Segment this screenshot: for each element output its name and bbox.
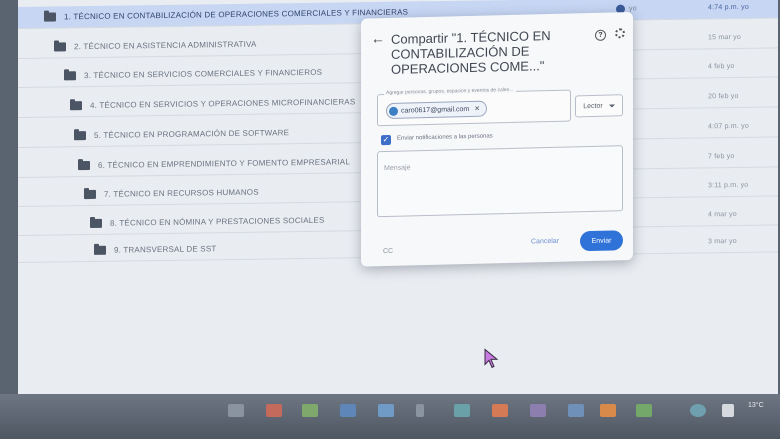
file-name: 1. TÉCNICO EN CONTABILIZACIÓN DE OPERACI… xyxy=(64,7,409,22)
add-people-label: Agregar personas, grupos, espacios y eve… xyxy=(384,86,516,97)
role-value: Lector xyxy=(583,102,603,110)
owner-label: yo xyxy=(629,5,637,13)
file-modified: 20 feb yo xyxy=(708,92,739,101)
start-icon[interactable] xyxy=(228,404,244,417)
mouse-cursor-icon xyxy=(484,348,499,369)
app-icon[interactable] xyxy=(690,404,706,417)
avatar xyxy=(389,106,398,116)
cancel-button[interactable]: Cancelar xyxy=(531,238,559,246)
folder-icon xyxy=(64,71,76,81)
notify-checkbox[interactable]: ✓ xyxy=(381,134,391,146)
folder-icon xyxy=(70,101,82,111)
screen: 1. TÉCNICO EN CONTABILIZACIÓN DE OPERACI… xyxy=(18,0,778,413)
file-modified: 4:74 p.m. yo xyxy=(708,3,749,12)
firefox-icon[interactable] xyxy=(492,404,508,417)
file-modified: 4:07 p.m. yo xyxy=(708,122,749,131)
file-modified: 7 feb yo xyxy=(708,152,735,161)
recipient-email: caro0617@gmail.com xyxy=(401,105,470,115)
close-icon[interactable]: ✕ xyxy=(474,105,480,113)
store-icon[interactable] xyxy=(454,404,470,417)
app-icon[interactable] xyxy=(266,404,282,417)
gear-icon[interactable] xyxy=(615,28,625,39)
file-name: 2. TÉCNICO EN ASISTENCIA ADMINISTRATIVA xyxy=(74,39,257,52)
file-modified: 3 mar yo xyxy=(708,237,737,246)
message-placeholder: Mensaje xyxy=(384,164,411,173)
folder-icon xyxy=(84,189,96,200)
back-arrow-icon[interactable]: ← xyxy=(371,30,385,46)
file-modified: 3:11 p.m. yo xyxy=(708,181,749,190)
chevron-down-icon xyxy=(608,103,615,108)
notify-label: Enviar notificaciones a las personas xyxy=(397,133,493,142)
help-icon[interactable]: ? xyxy=(595,29,606,41)
file-modified: 15 mar yo xyxy=(708,33,741,42)
dialog-title: Compartir "1. TÉCNICO EN CONTABILIZACIÓN… xyxy=(391,27,551,77)
weather-icon xyxy=(722,404,734,417)
message-field[interactable]: Mensaje xyxy=(377,145,623,218)
file-name: 6. TÉCNICO EN EMPRENDIMIENTO Y FOMENTO E… xyxy=(98,157,350,170)
send-button[interactable]: Enviar xyxy=(580,230,623,252)
folder-icon xyxy=(44,12,56,22)
file-name: 9. TRANSVERSAL DE SST xyxy=(114,244,217,255)
file-name: 4. TÉCNICO EN SERVICIOS Y OPERACIONES MI… xyxy=(90,97,356,110)
share-dialog: ← Compartir "1. TÉCNICO EN CONTABILIZACI… xyxy=(361,11,633,267)
app-icon[interactable] xyxy=(568,404,584,417)
chrome-icon[interactable] xyxy=(302,404,318,417)
role-select[interactable]: Lector xyxy=(575,94,623,118)
folder-icon xyxy=(94,245,106,255)
file-modified: 4 feb yo xyxy=(708,62,735,71)
temperature: 13°C xyxy=(748,402,764,409)
app-icon[interactable] xyxy=(416,404,424,417)
taskbar: 13°C xyxy=(0,394,780,439)
file-name: 5. TÉCNICO EN PROGRAMACIÓN DE SOFTWARE xyxy=(94,128,290,140)
edge-icon[interactable] xyxy=(340,404,356,417)
app-icon[interactable] xyxy=(636,404,652,417)
app-icon[interactable] xyxy=(530,404,546,417)
file-name: 8. TÉCNICO EN NÓMINA Y PRESTACIONES SOCI… xyxy=(110,215,325,228)
recipient-chip[interactable]: caro0617@gmail.com ✕ xyxy=(386,100,488,120)
folder-icon xyxy=(74,131,86,141)
folder-icon xyxy=(90,218,102,228)
folder-icon xyxy=(78,160,90,171)
cc-link[interactable]: CC xyxy=(383,248,393,255)
browser-icon[interactable] xyxy=(378,404,394,417)
file-modified: 4 mar yo xyxy=(708,210,737,219)
app-icon[interactable] xyxy=(600,404,616,417)
add-people-input[interactable]: Agregar personas, grupos, espacios y eve… xyxy=(377,86,571,127)
file-name: 3. TÉCNICO EN SERVICIOS COMERCIALES Y FI… xyxy=(84,67,323,81)
folder-icon xyxy=(54,42,66,52)
file-name: 7. TÉCNICO EN RECURSOS HUMANOS xyxy=(104,187,259,199)
